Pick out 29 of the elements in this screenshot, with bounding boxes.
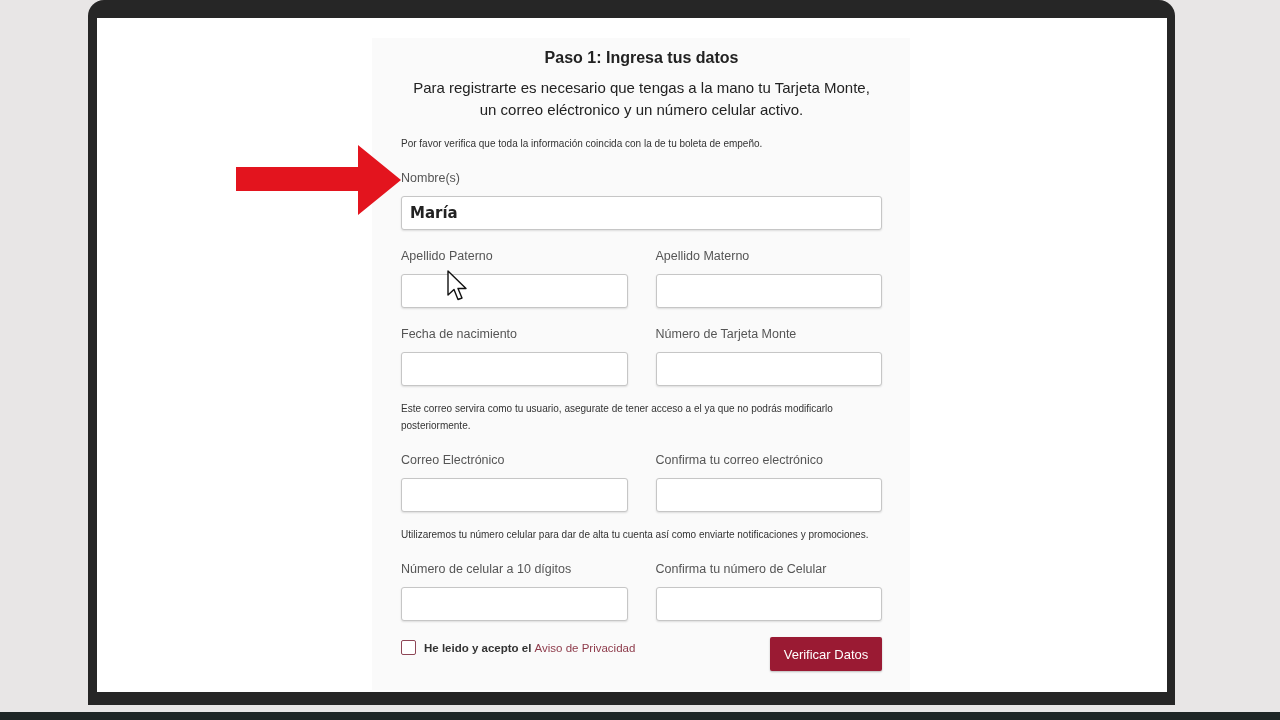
privacy-link[interactable]: Aviso de Privacidad — [534, 641, 636, 654]
verify-button[interactable]: Verificar Datos — [770, 637, 882, 671]
field-label: Confirma tu número de Celular — [655, 561, 827, 577]
field-label: Correo Electrónico — [401, 452, 505, 468]
cursor-icon — [447, 270, 467, 301]
text-field[interactable] — [655, 352, 882, 386]
arrow-icon — [236, 145, 401, 215]
text-field[interactable] — [401, 274, 628, 308]
text-field[interactable] — [655, 478, 882, 512]
text-field[interactable] — [655, 587, 882, 621]
field-label: Número de Tarjeta Monte — [655, 326, 797, 342]
field-label: Apellido Paterno — [401, 248, 493, 264]
text-field[interactable] — [401, 587, 628, 621]
intro-text: Para registrarte es necesario que tengas a la mano tu Tarjeta Monte, un correo eléctronico y un número celular activo. — [412, 78, 871, 120]
consent-label: He leido y acepto el Aviso de Privacidad — [424, 641, 636, 654]
field-label: Fecha de nacimiento — [401, 326, 518, 342]
text-field[interactable] — [401, 478, 628, 512]
checkbox[interactable] — [401, 640, 416, 655]
text-field[interactable] — [655, 274, 882, 308]
field-label: Confirma tu correo electrónico — [655, 452, 823, 468]
text-field[interactable] — [401, 352, 628, 386]
field-label: Número de celular a 10 dígitos — [401, 561, 572, 577]
field-label: Nombre(s) — [401, 170, 461, 186]
note-text: Este correo servira como tu usuario, asegurate de tener acceso a el ya que no podrás modificarlo posteriormente. — [401, 402, 834, 433]
form-title: Paso 1: Ingresa tus datos — [543, 48, 740, 68]
note-text: Por favor verifica que toda la información coincida con la de tu boleta de empeño. — [401, 137, 764, 151]
text-field[interactable]: María — [401, 196, 882, 230]
note-text: Utilizaremos tu número celular para dar de alta tu cuenta así como enviarte notificaciones y promociones. — [401, 528, 870, 542]
field-label: Apellido Materno — [655, 248, 750, 264]
